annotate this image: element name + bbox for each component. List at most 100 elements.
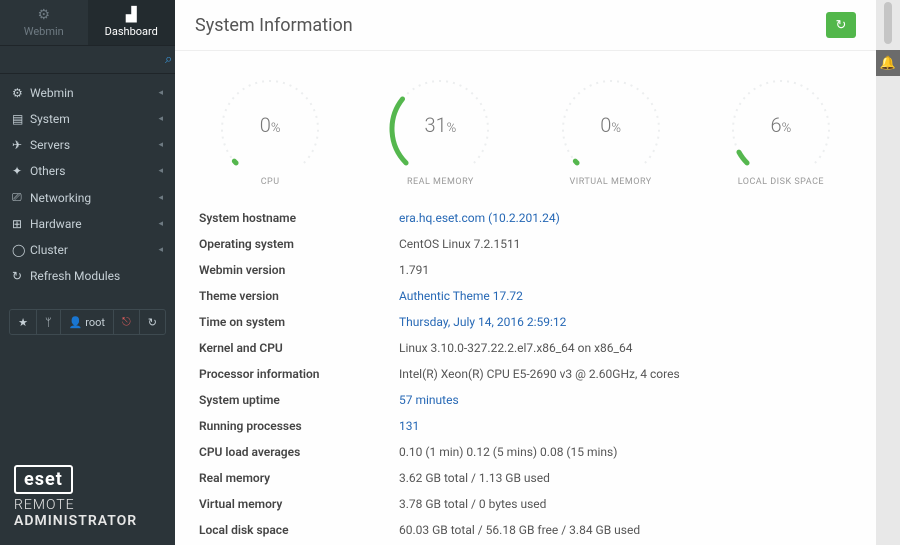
info-value: 0.10 (1 min) 0.12 (5 mins) 0.08 (15 mins… bbox=[399, 445, 617, 459]
gauge-icon: ⚙ bbox=[37, 7, 50, 23]
chevron-left-icon: ◂ bbox=[158, 88, 163, 98]
system-info-table: System hostnameera.hq.eset.com (10.2.201… bbox=[175, 197, 876, 545]
info-value[interactable]: era.hq.eset.com (10.2.201.24) bbox=[399, 211, 560, 225]
sidebar-search: ⌕ bbox=[0, 46, 175, 74]
chevron-left-icon: ◂ bbox=[158, 219, 163, 229]
info-row: Real memory3.62 GB total / 1.13 GB used bbox=[199, 465, 852, 491]
search-icon[interactable]: ⌕ bbox=[165, 52, 172, 67]
main-content: System Information ↻ 0%CPU31%REAL MEMORY… bbox=[175, 0, 876, 545]
sidebar-item-servers[interactable]: ✈Servers◂ bbox=[0, 132, 175, 158]
nav-label: Webmin bbox=[30, 86, 158, 100]
info-key: Webmin version bbox=[199, 263, 399, 277]
sidebar-footer: eset REMOTE ADMINISTRATOR bbox=[0, 453, 175, 545]
info-key: CPU load averages bbox=[199, 445, 399, 459]
info-value: 3.62 GB total / 1.13 GB used bbox=[399, 471, 550, 485]
chevron-left-icon: ◂ bbox=[158, 140, 163, 150]
sidebar-actions: ★ ᛘ 👤 root ⎋ ↻ bbox=[9, 309, 166, 335]
brand-subtitle: REMOTE ADMINISTRATOR bbox=[14, 498, 161, 529]
info-key: Theme version bbox=[199, 289, 399, 303]
chevron-left-icon: ◂ bbox=[158, 166, 163, 176]
nav-label: System bbox=[30, 112, 158, 126]
info-row: Webmin version1.791 bbox=[199, 257, 852, 283]
info-value: 3.78 GB total / 0 bytes used bbox=[399, 497, 546, 511]
info-value: 60.03 GB total / 56.18 GB free / 3.84 GB… bbox=[399, 523, 640, 537]
reload-button[interactable]: ↻ bbox=[140, 310, 165, 334]
info-key: Operating system bbox=[199, 237, 399, 251]
chart-icon: ▟ bbox=[126, 7, 137, 23]
info-row: Virtual memory3.78 GB total / 0 bytes us… bbox=[199, 491, 852, 517]
info-value[interactable]: 57 minutes bbox=[399, 393, 459, 407]
tab-dashboard[interactable]: ▟ Dashboard bbox=[88, 0, 176, 45]
info-key: Local disk space bbox=[199, 523, 399, 537]
info-value: Intel(R) Xeon(R) CPU E5-2690 v3 @ 2.60GH… bbox=[399, 367, 680, 381]
user-button[interactable]: 👤 root bbox=[61, 310, 114, 334]
sidebar: ⚙ Webmin ▟ Dashboard ⌕ ⚙Webmin◂▤System◂✈… bbox=[0, 0, 175, 545]
info-row: Processor informationIntel(R) Xeon(R) CP… bbox=[199, 361, 852, 387]
nav-icon: ⊞ bbox=[12, 217, 30, 231]
scrollbar-thumb[interactable] bbox=[884, 2, 892, 44]
nav-icon: ↻ bbox=[12, 269, 30, 283]
search-input[interactable] bbox=[10, 53, 165, 67]
info-row: Theme versionAuthentic Theme 17.72 bbox=[199, 283, 852, 309]
gauge-value: 0% bbox=[205, 113, 335, 137]
gauge-cpu: 0%CPU bbox=[195, 71, 345, 187]
info-row: System uptime57 minutes bbox=[199, 387, 852, 413]
sidebar-nav: ⚙Webmin◂▤System◂✈Servers◂✦Others◂⎚Networ… bbox=[0, 74, 175, 295]
sidebar-tabs: ⚙ Webmin ▟ Dashboard bbox=[0, 0, 175, 46]
info-key: System hostname bbox=[199, 211, 399, 225]
share-button[interactable]: ᛘ bbox=[37, 310, 61, 334]
info-key: Running processes bbox=[199, 419, 399, 433]
page-title: System Information bbox=[195, 15, 353, 36]
info-row: Kernel and CPULinux 3.10.0-327.22.2.el7.… bbox=[199, 335, 852, 361]
gauge-value: 31% bbox=[375, 113, 505, 137]
branch-icon: ᛘ bbox=[45, 316, 52, 329]
nav-icon: ▤ bbox=[12, 112, 30, 126]
tab-dashboard-label: Dashboard bbox=[105, 25, 158, 38]
info-value[interactable]: Authentic Theme 17.72 bbox=[399, 289, 523, 303]
gauges-row: 0%CPU31%REAL MEMORY0%VIRTUAL MEMORY6%LOC… bbox=[175, 51, 876, 197]
notifications-button[interactable]: 🔔 bbox=[876, 50, 900, 76]
refresh-icon: ↻ bbox=[836, 18, 847, 33]
gauge-real-memory: 31%REAL MEMORY bbox=[365, 71, 515, 187]
favorite-button[interactable]: ★ bbox=[10, 310, 37, 334]
nav-label: Networking bbox=[30, 191, 158, 205]
gauge-virtual-memory: 0%VIRTUAL MEMORY bbox=[536, 71, 686, 187]
info-row: CPU load averages0.10 (1 min) 0.12 (5 mi… bbox=[199, 439, 852, 465]
main-header: System Information ↻ bbox=[175, 0, 876, 51]
sidebar-item-system[interactable]: ▤System◂ bbox=[0, 106, 175, 132]
nav-label: Cluster bbox=[30, 243, 158, 257]
nav-icon: ⚙ bbox=[12, 86, 30, 100]
info-key: Virtual memory bbox=[199, 497, 399, 511]
nav-icon: ✦ bbox=[12, 164, 30, 178]
nav-icon: ⎚ bbox=[12, 190, 30, 205]
refresh-button[interactable]: ↻ bbox=[826, 12, 856, 38]
info-row: Time on systemThursday, July 14, 2016 2:… bbox=[199, 309, 852, 335]
info-key: Real memory bbox=[199, 471, 399, 485]
sidebar-item-hardware[interactable]: ⊞Hardware◂ bbox=[0, 211, 175, 237]
info-value: Linux 3.10.0-327.22.2.el7.x86_64 on x86_… bbox=[399, 341, 632, 355]
info-value[interactable]: 131 bbox=[399, 419, 419, 433]
info-row: System hostnameera.hq.eset.com (10.2.201… bbox=[199, 205, 852, 231]
info-value[interactable]: Thursday, July 14, 2016 2:59:12 bbox=[399, 315, 566, 329]
brand-logo: eset bbox=[14, 465, 73, 494]
gauge-value: 0% bbox=[546, 113, 676, 137]
info-key: Kernel and CPU bbox=[199, 341, 399, 355]
sidebar-item-webmin[interactable]: ⚙Webmin◂ bbox=[0, 80, 175, 106]
sidebar-item-networking[interactable]: ⎚Networking◂ bbox=[0, 184, 175, 211]
gauge-value: 6% bbox=[716, 113, 846, 137]
chevron-left-icon: ◂ bbox=[158, 193, 163, 203]
tab-webmin[interactable]: ⚙ Webmin bbox=[0, 0, 88, 45]
right-rail: 🔔 bbox=[876, 0, 900, 545]
info-row: Running processes131 bbox=[199, 413, 852, 439]
info-row: Operating systemCentOS Linux 7.2.1511 bbox=[199, 231, 852, 257]
sidebar-item-refresh-modules[interactable]: ↻Refresh Modules bbox=[0, 263, 175, 289]
info-row: Local disk space60.03 GB total / 56.18 G… bbox=[199, 517, 852, 543]
bell-icon: 🔔 bbox=[880, 56, 896, 71]
logout-button[interactable]: ⎋ bbox=[114, 310, 140, 334]
user-label: root bbox=[85, 316, 105, 329]
info-key: Processor information bbox=[199, 367, 399, 381]
sidebar-item-cluster[interactable]: ◯Cluster◂ bbox=[0, 237, 175, 263]
nav-label: Servers bbox=[30, 138, 158, 152]
sidebar-item-others[interactable]: ✦Others◂ bbox=[0, 158, 175, 184]
chevron-left-icon: ◂ bbox=[158, 245, 163, 255]
